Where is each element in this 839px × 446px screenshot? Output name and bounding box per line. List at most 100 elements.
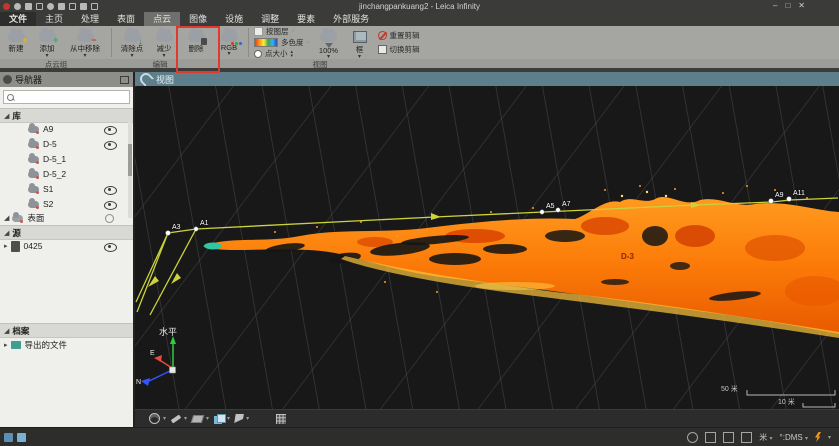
collapse-icon[interactable]: ◢ (4, 112, 9, 120)
layers-button[interactable]: ▾ (214, 414, 230, 424)
point-size-radio[interactable] (254, 50, 262, 58)
flag-icon (234, 414, 244, 423)
report-icon[interactable] (741, 432, 752, 443)
new-pointcloud-button[interactable]: + 新建 (0, 26, 32, 59)
unit-selector[interactable]: 米 ▾ (759, 432, 772, 443)
flag-tool-button[interactable]: ▾ (235, 414, 249, 423)
pointcloud-icon (28, 201, 39, 208)
navigator-search[interactable] (3, 90, 130, 104)
collapse-icon[interactable]: ◢ (4, 327, 9, 335)
clear-points-button[interactable]: ↓ 清除点 ▾ (115, 26, 149, 59)
search-input[interactable] (14, 92, 129, 102)
reduce-button[interactable]: 减少 ▾ (149, 26, 179, 59)
visibility-eye-icon[interactable] (104, 186, 117, 195)
target-icon[interactable] (687, 432, 698, 443)
render-by-select[interactable]: 按图层 (266, 26, 289, 37)
scale-bar-label-10: 10 米 (778, 397, 795, 407)
lightning-icon (815, 432, 821, 442)
layers-icon (214, 414, 224, 424)
add-to-pointcloud-button[interactable]: + 添加 ▾ (32, 26, 62, 59)
close-button[interactable]: ✕ (798, 0, 805, 12)
point-size-stepper[interactable]: ▴▾ (291, 50, 294, 58)
remove-from-pointcloud-button[interactable]: − 从中移除 ▾ (62, 26, 108, 59)
maximize-button[interactable]: □ (785, 0, 790, 12)
tree-item-a9[interactable]: A9 (0, 122, 133, 136)
tab-surfaces[interactable]: 表面 (108, 12, 144, 26)
expand-icon[interactable]: ▸ (4, 242, 8, 250)
tab-processing[interactable]: 处理 (72, 12, 108, 26)
chevron-down-icon: ▾ (184, 415, 187, 422)
status-app-icon[interactable] (4, 433, 13, 442)
navigator-title: 导航器 (15, 73, 42, 86)
cloud-reduce-icon (156, 32, 173, 42)
surfaces-icon (12, 215, 23, 222)
chevron-down-icon[interactable]: ▾ (292, 28, 295, 35)
tab-features[interactable]: 要素 (288, 12, 324, 26)
chevron-down-icon: ▾ (45, 54, 48, 58)
chevron-down-icon[interactable]: ▾ (828, 434, 831, 441)
pointcloud-icon (28, 156, 39, 163)
toggle-clip-checkbox[interactable]: 切换剪辑 (378, 44, 420, 55)
status-doc-icon[interactable] (17, 433, 26, 442)
cloud-clear-icon: ↓ (124, 32, 141, 42)
clip-box-button[interactable]: 框 ▾ (346, 26, 374, 59)
dock-icon[interactable] (120, 76, 129, 84)
collapse-icon[interactable]: ◢ (4, 214, 9, 222)
chevron-down-icon[interactable]: ▾ (307, 39, 310, 46)
expand-icon[interactable]: ▸ (4, 341, 8, 349)
copy-icon[interactable] (705, 432, 716, 443)
viewport: 视图 (135, 72, 839, 427)
tree-group-surfaces[interactable]: ◢ 表面 (0, 211, 133, 225)
point-size-label: 点大小 (265, 48, 288, 59)
navigator-panel: 导航器 ◢ 库 A9 D-5 D-5_1 D-5_2 S1 S2 ◢ (0, 72, 135, 427)
tree-item-d5-1[interactable]: D-5_1 (0, 152, 133, 166)
angle-unit-selector[interactable]: °:DMS ▾ (780, 433, 808, 442)
axis-vertical-label: 水平 (159, 325, 177, 338)
chevron-down-icon: ▾ (163, 415, 166, 422)
select-tool-button[interactable]: ▾ (192, 415, 209, 423)
collapse-icon[interactable]: ◢ (4, 229, 9, 237)
visibility-eye-icon[interactable] (104, 126, 117, 135)
grid-toggle-button[interactable] (254, 414, 286, 424)
tree-item-d5[interactable]: D-5 (0, 137, 133, 151)
navigator-scrollbar[interactable] (128, 122, 132, 218)
section-library[interactable]: ◢ 库 (0, 108, 133, 123)
visibility-eye-icon[interactable] (104, 201, 117, 210)
tab-adjustments[interactable]: 调整 (252, 12, 288, 26)
pointcloud-icon (28, 171, 39, 178)
render-mode-button[interactable]: ▾ (149, 413, 166, 424)
tab-imaging[interactable]: 图像 (180, 12, 216, 26)
visibility-eye-icon[interactable] (104, 141, 117, 150)
marker-label: A1 (200, 220, 209, 227)
tree-item-0425[interactable]: ▸ 0425 (0, 239, 133, 253)
point-cloud-graphic (135, 86, 839, 427)
chevron-down-icon: ▾ (206, 415, 209, 422)
save-icon[interactable] (723, 432, 734, 443)
highlight-annotation (176, 26, 220, 73)
axis-triad (141, 336, 176, 386)
visibility-eye-icon[interactable] (104, 243, 117, 252)
scrollbar-thumb[interactable] (128, 144, 132, 176)
tab-file[interactable]: 文件 (0, 12, 36, 26)
tree-item-s1[interactable]: S1 (0, 182, 133, 196)
tab-pointcloud[interactable]: 点云 (144, 12, 180, 26)
section-source[interactable]: ◢ 源 (0, 225, 133, 240)
minimize-button[interactable]: – (773, 0, 777, 12)
section-archive[interactable]: ◢ 档案 (0, 323, 133, 338)
box-icon (353, 31, 367, 43)
tab-home[interactable]: 主页 (36, 12, 72, 26)
tab-infrastructure[interactable]: 设施 (216, 12, 252, 26)
draw-tool-button[interactable]: ▾ (171, 415, 187, 422)
density-button[interactable]: 100% ▾ (312, 26, 346, 59)
color-mode-select[interactable]: 多色度 (281, 37, 304, 48)
marker-label: A3 (172, 224, 181, 231)
tree-item-s2[interactable]: S2 (0, 197, 133, 211)
tree-item-d5-2[interactable]: D-5_2 (0, 167, 133, 181)
viewport-canvas[interactable]: A3 A1 A5 A7 A9 A11 D-3 水平 E N 50 米 10 米 … (135, 86, 839, 427)
tree-item-exported-files[interactable]: ▸ 导出的文件 (0, 338, 133, 352)
window-title: jinchangpankuang2 - Leica Infinity (0, 2, 839, 11)
tab-services[interactable]: 外部服务 (324, 12, 378, 26)
globe-icon (149, 413, 160, 424)
reset-clip-button[interactable]: 重置剪辑 (378, 30, 420, 41)
view-options: 按图层 ▾ 多色度 ▾ 点大小 ▴▾ (252, 26, 312, 59)
